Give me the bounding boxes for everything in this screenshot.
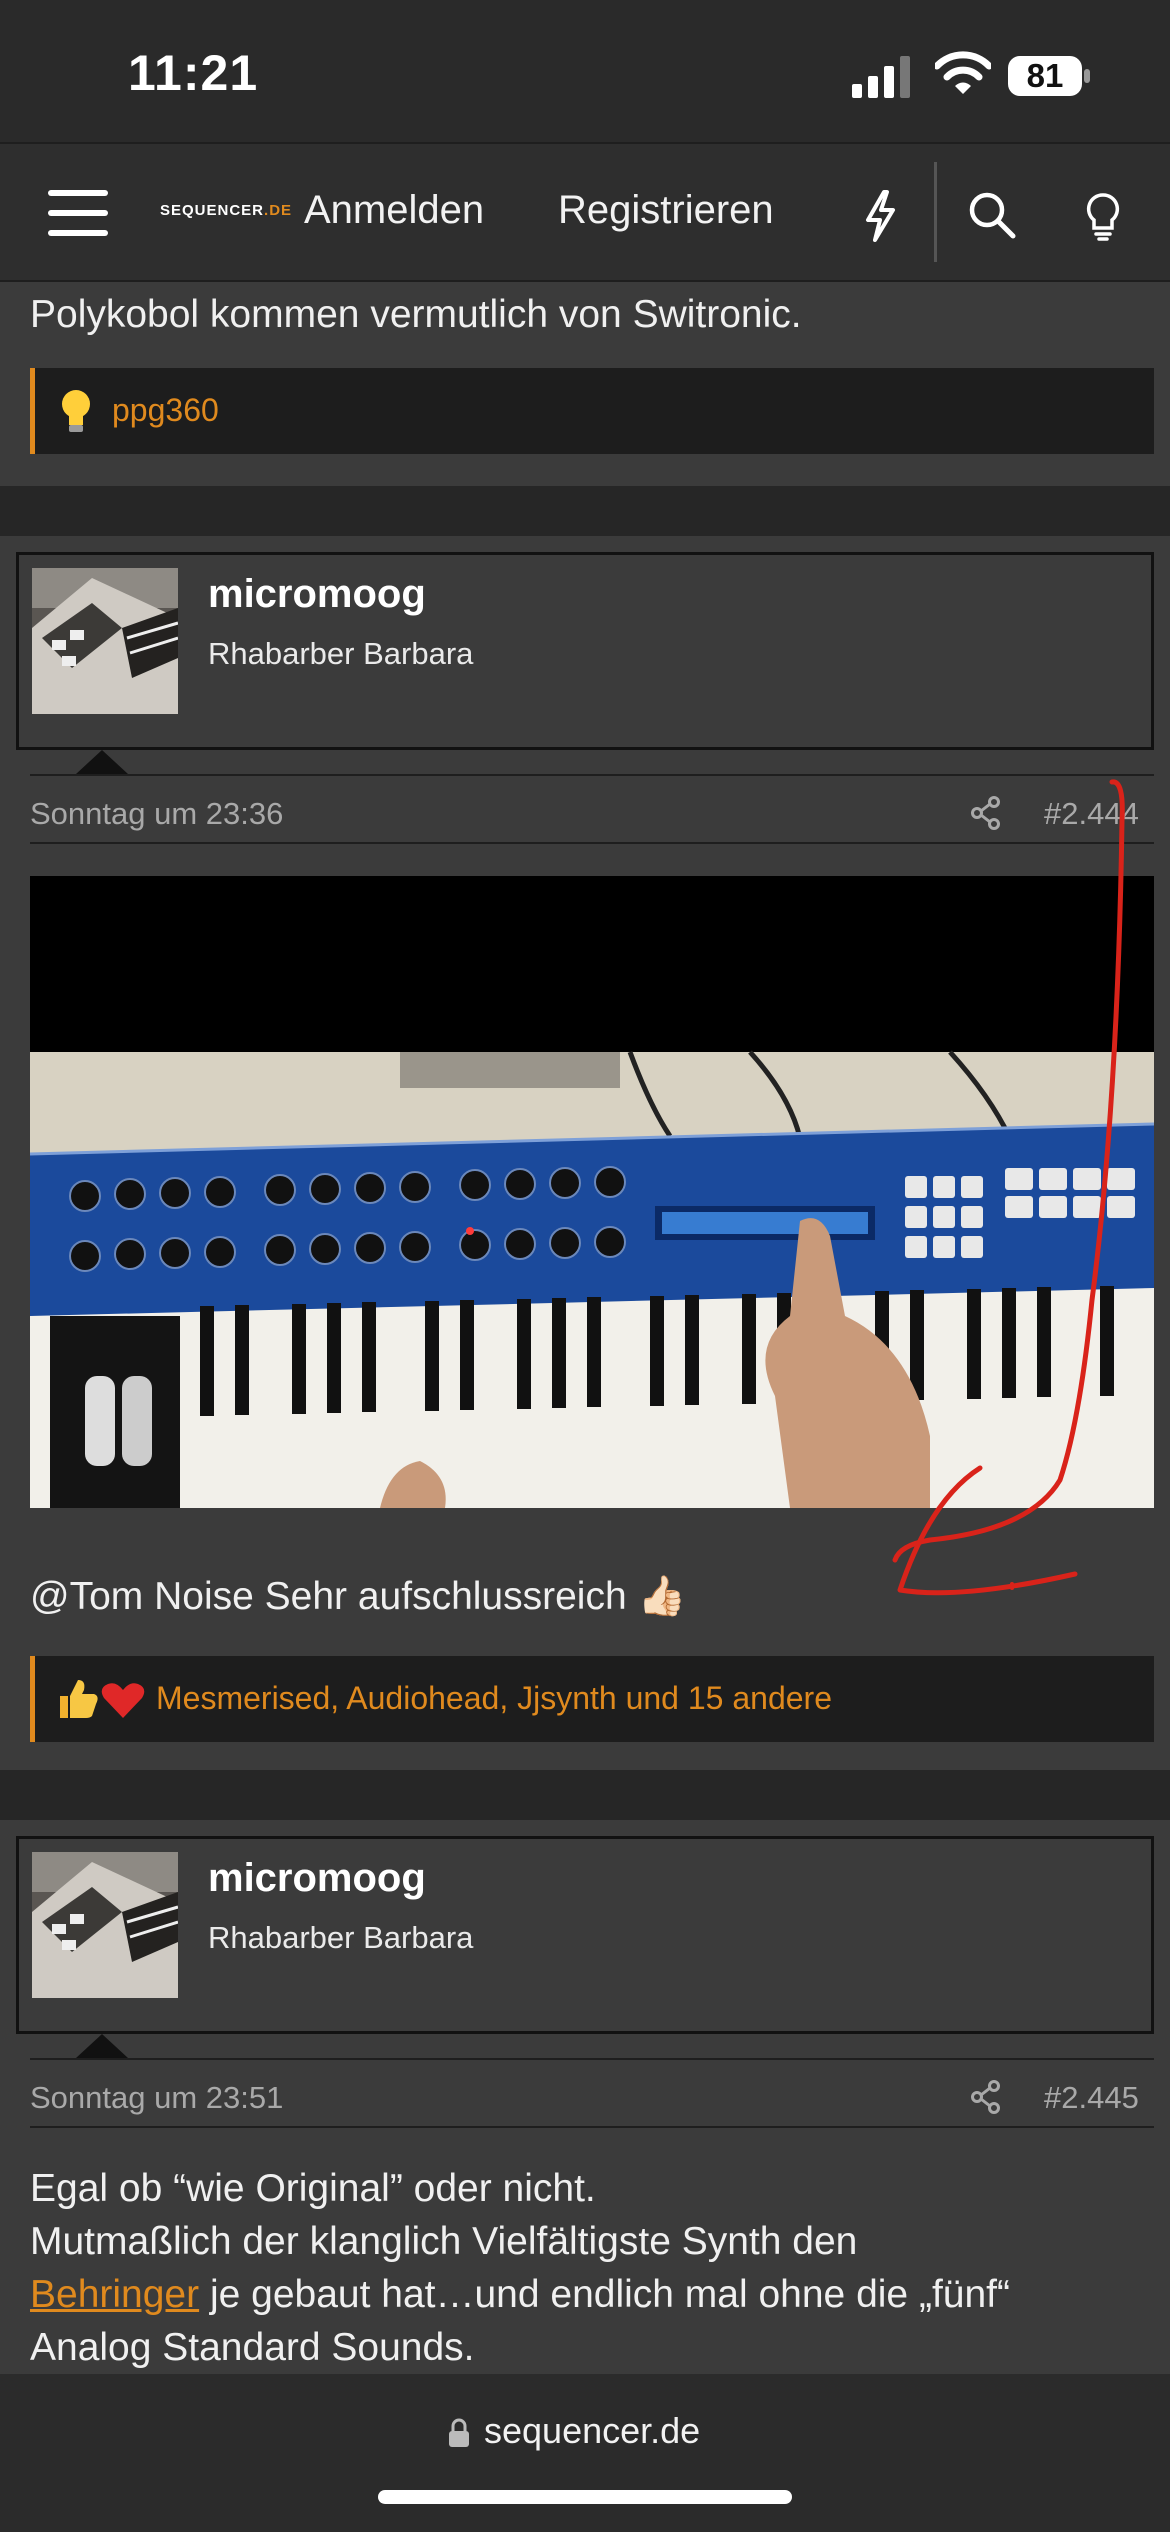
bolt-icon[interactable] [862,190,898,242]
post-body-text: @Tom Noise Sehr aufschlussreich 👍🏻 [30,1575,687,1618]
site-logo[interactable]: SEQUENCER.DE [160,202,292,219]
post-separator [0,486,1170,536]
lightbulb-reaction-icon [62,390,90,432]
user-card[interactable] [16,1836,1154,2034]
divider [30,774,1154,776]
post-date[interactable]: Sonntag um 23:51 [30,2080,283,2116]
logo-tld: .DE [264,202,293,219]
video-thumbnail [30,876,1154,1508]
user-title: Rhabarber Barbara [208,636,474,671]
username-link[interactable]: micromoog [208,572,426,617]
username-link[interactable]: micromoog [208,1856,426,1901]
behringer-link[interactable]: Behringer [30,2273,199,2316]
wifi-icon [935,51,991,94]
browser-address-bar[interactable] [0,2374,1170,2532]
signal-icon [852,56,910,98]
menu-icon[interactable] [48,188,108,238]
post-date[interactable]: Sonntag um 23:36 [30,796,283,832]
post-body-line: Mutmaßlich der klanglich Vielfältigste S… [30,2220,858,2263]
nav-divider [934,162,937,262]
post-body-text: Polykobol kommen vermutlich von Switroni… [30,293,802,336]
register-link[interactable]: Registrieren [558,188,774,233]
post-body-line: Egal ob “wie Original” oder nicht. [30,2167,596,2210]
video-embed[interactable] [30,876,1154,1508]
search-icon[interactable] [967,190,1017,240]
user-card[interactable] [16,552,1154,750]
avatar-image [32,1852,178,1998]
avatar-image [32,568,178,714]
card-pointer [76,750,128,774]
avatar[interactable] [32,1852,178,1998]
share-icon[interactable] [970,2080,1002,2114]
post-number-link[interactable]: #2.445 [1044,2080,1139,2116]
post-body-line: Analog Standard Sounds. [30,2326,475,2369]
reaction-user-link[interactable]: ppg360 [112,392,219,429]
avatar[interactable] [32,568,178,714]
post-body-fragment: je gebaut hat…und endlich mal ohne die „… [199,2273,1010,2316]
lightbulb-icon[interactable] [1084,192,1122,242]
post-body-line: Behringer je gebaut hat…und endlich mal … [30,2268,1154,2321]
like-love-reaction-icon [60,1680,145,1718]
logo-text: SEQUENCER [160,202,265,219]
battery-level: 81 [1026,57,1064,94]
divider [30,842,1154,844]
card-pointer [76,2034,128,2058]
share-icon[interactable] [970,796,1002,830]
url-text[interactable]: sequencer.de [484,2410,700,2452]
divider [30,2126,1154,2128]
divider [30,2058,1154,2060]
login-link[interactable]: Anmelden [304,188,484,233]
user-title: Rhabarber Barbara [208,1920,474,1955]
lock-icon [449,2418,469,2447]
home-indicator[interactable] [378,2490,792,2504]
reaction-users-link[interactable]: Mesmerised, Audiohead, Jjsynth und 15 an… [156,1680,832,1717]
status-time: 11:21 [128,45,259,101]
post-separator [0,1770,1170,1820]
post-body-text: Egal ob “wie Original” oder nicht. Mutma… [30,2162,1154,2374]
post-number-link[interactable]: #2.444 [1044,796,1139,832]
